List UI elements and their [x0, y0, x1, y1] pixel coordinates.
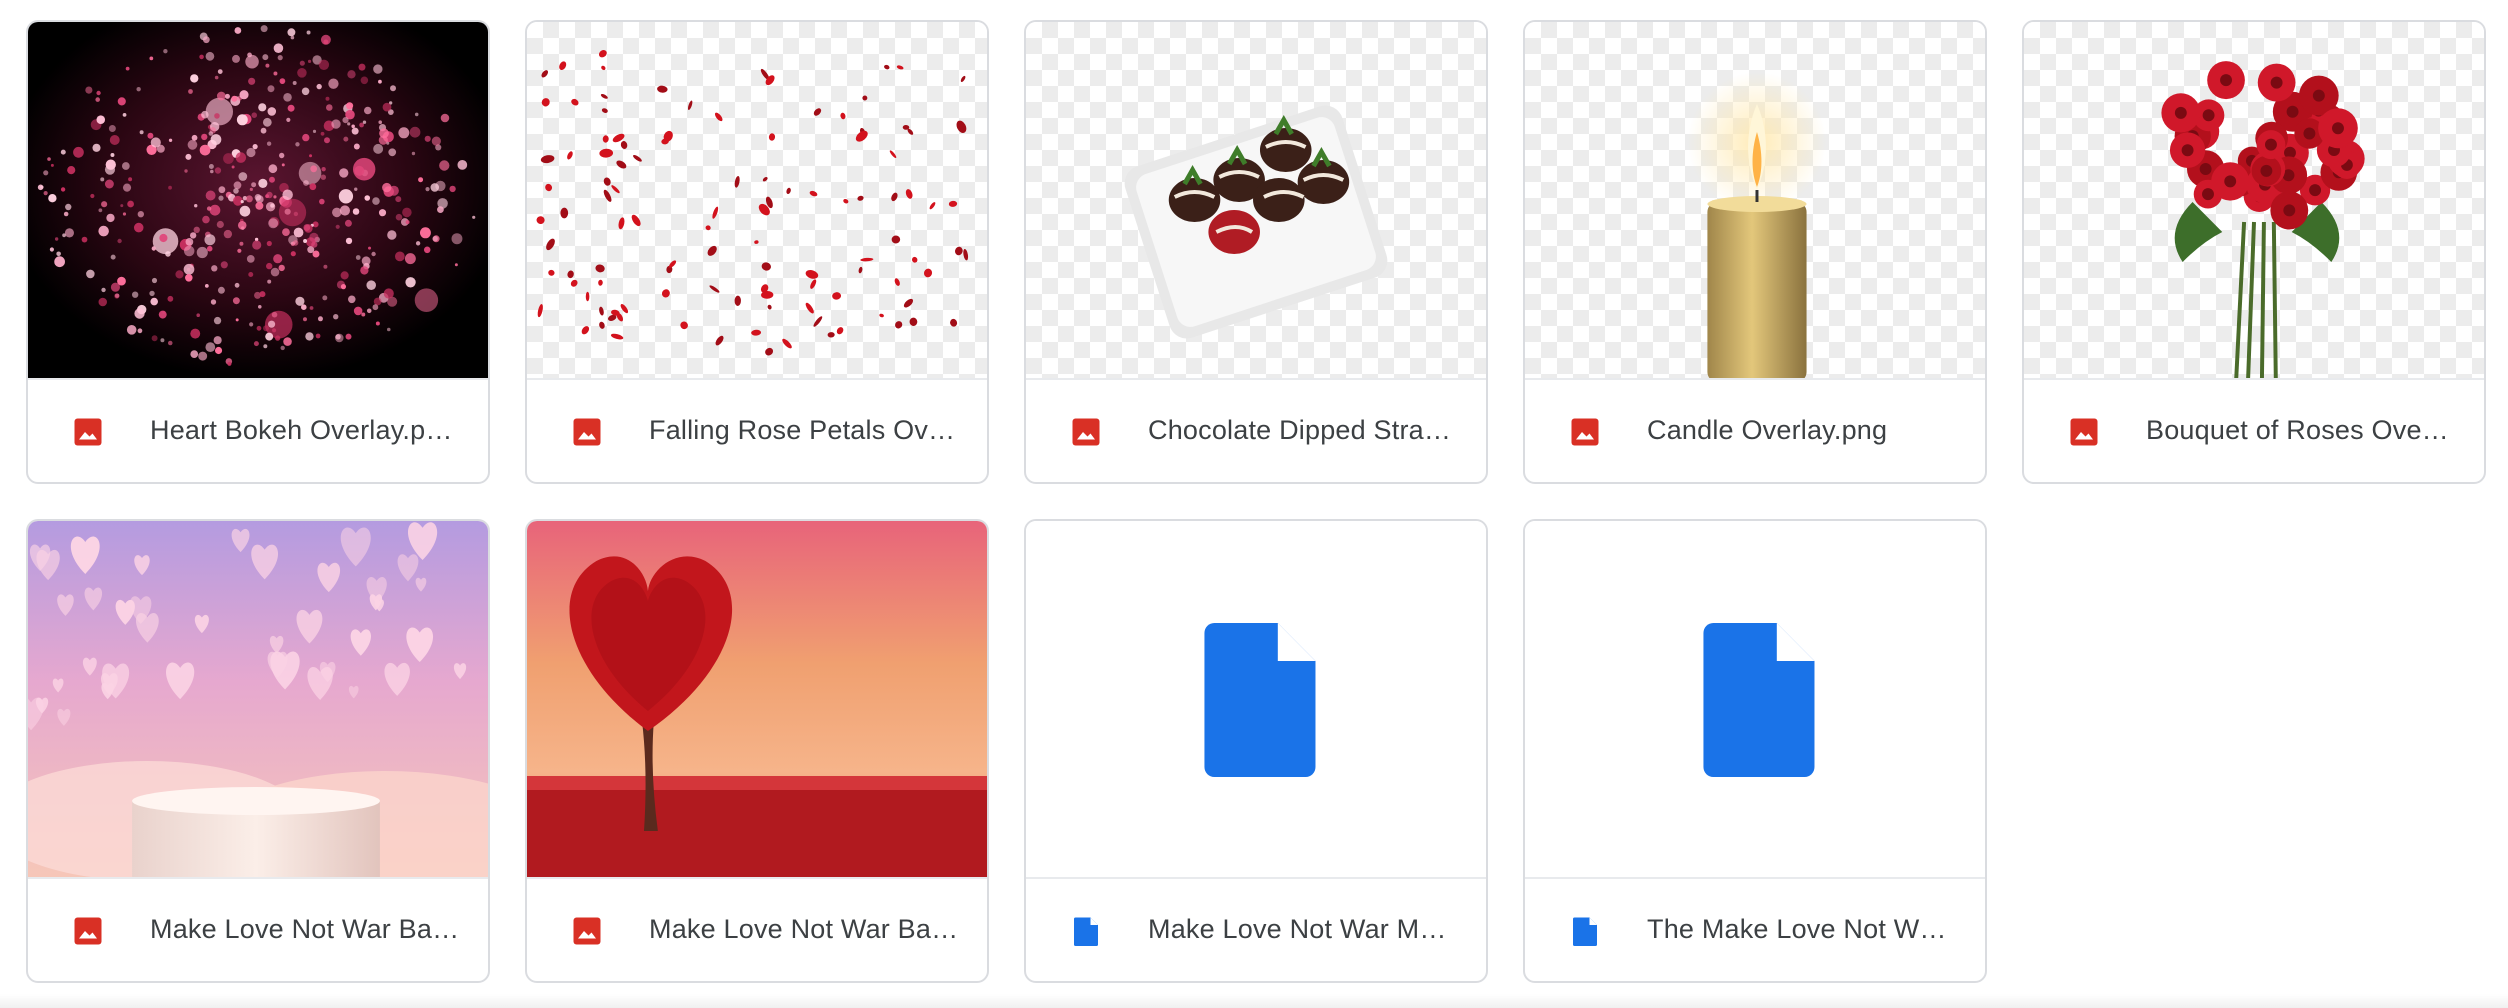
- document-file-icon: [1068, 913, 1104, 949]
- file-card-heart-bokeh[interactable]: Heart Bokeh Overlay.p…: [26, 20, 490, 484]
- image-file-icon: [569, 913, 605, 949]
- scroll-shadow: [0, 994, 2508, 1008]
- file-footer: Candle Overlay.png: [1525, 378, 1985, 482]
- thumbnail-candle: [1525, 22, 1985, 380]
- file-card-rose-petals[interactable]: Falling Rose Petals Ov…: [525, 20, 989, 484]
- image-file-icon: [70, 913, 106, 949]
- image-file-icon: [569, 414, 605, 450]
- file-footer: Chocolate Dipped Stra…: [1026, 378, 1486, 482]
- file-card-chocolate-strawberries[interactable]: Chocolate Dipped Stra…: [1024, 20, 1488, 484]
- file-name: Heart Bokeh Overlay.p…: [150, 415, 453, 445]
- thumbnail-heart-bokeh: [28, 22, 488, 380]
- file-card-document-2[interactable]: The Make Love Not W…: [1523, 519, 1987, 983]
- file-card-pink-hearts-backdrop[interactable]: Make Love Not War Ba…: [26, 519, 490, 983]
- file-footer: Make Love Not War M…: [1026, 877, 1486, 981]
- file-name: Make Love Not War Ba…: [649, 914, 959, 944]
- file-name: The Make Love Not W…: [1647, 914, 1947, 944]
- thumbnail-document: [1525, 521, 1985, 879]
- thumbnail-rose-bouquet: [2024, 22, 2484, 380]
- file-card-heart-tree[interactable]: Make Love Not War Ba…: [525, 519, 989, 983]
- file-footer: The Make Love Not W…: [1525, 877, 1985, 981]
- file-name: Falling Rose Petals Ov…: [649, 415, 956, 445]
- thumbnail-rose-petals: [527, 22, 987, 380]
- file-footer: Falling Rose Petals Ov…: [527, 378, 987, 482]
- file-footer: Make Love Not War Ba…: [527, 877, 987, 981]
- large-document-icon: [1204, 623, 1316, 777]
- file-name: Make Love Not War Ba…: [150, 914, 460, 944]
- image-file-icon: [70, 414, 106, 450]
- file-footer: Make Love Not War Ba…: [28, 877, 488, 981]
- file-name: Chocolate Dipped Stra…: [1148, 415, 1452, 445]
- file-card-candle[interactable]: Candle Overlay.png: [1523, 20, 1987, 484]
- file-grid: Heart Bokeh Overlay.p… Falling Rose Peta…: [0, 0, 2508, 1008]
- file-footer: Bouquet of Roses Over…: [2024, 378, 2484, 482]
- file-name: Make Love Not War M…: [1148, 914, 1447, 944]
- file-name: Candle Overlay.png: [1647, 415, 1888, 445]
- file-card-rose-bouquet[interactable]: Bouquet of Roses Over…: [2022, 20, 2486, 484]
- image-file-icon: [1567, 414, 1603, 450]
- document-file-icon: [1567, 913, 1603, 949]
- thumbnail-document: [1026, 521, 1486, 879]
- thumbnail-pink-hearts-backdrop: [28, 521, 488, 879]
- image-file-icon: [2066, 414, 2102, 450]
- thumbnail-heart-tree: [527, 521, 987, 879]
- file-card-document-1[interactable]: Make Love Not War M…: [1024, 519, 1488, 983]
- image-file-icon: [1068, 414, 1104, 450]
- thumbnail-chocolate-strawberries: [1026, 22, 1486, 380]
- file-name: Bouquet of Roses Over…: [2146, 415, 2456, 445]
- large-document-icon: [1703, 623, 1815, 777]
- file-footer: Heart Bokeh Overlay.p…: [28, 378, 488, 482]
